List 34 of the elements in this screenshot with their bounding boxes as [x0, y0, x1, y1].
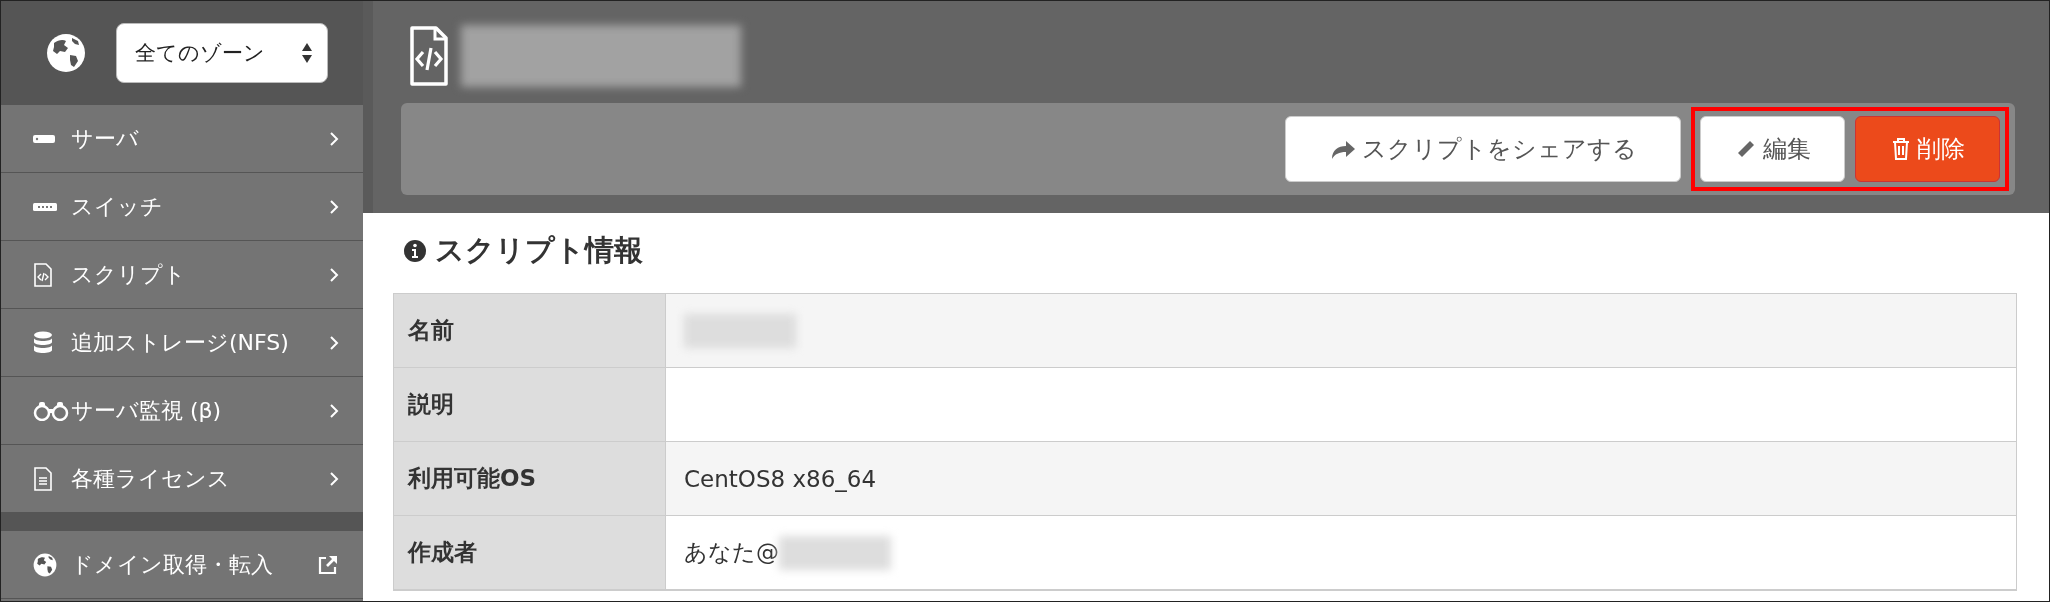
globe-icon	[33, 552, 57, 577]
external-link-icon	[317, 553, 339, 576]
row-label: 説明	[394, 368, 666, 442]
section-title: スクリプト情報	[435, 232, 643, 269]
row-label: 作成者	[394, 516, 666, 590]
edit-button[interactable]: 編集	[1700, 116, 1845, 182]
switch-icon	[33, 201, 57, 212]
chevron-right-icon	[329, 334, 339, 351]
chevron-right-icon	[329, 198, 339, 215]
code-file-icon	[409, 26, 449, 86]
value-text: あなた@	[684, 538, 779, 567]
row-label: 名前	[394, 294, 666, 368]
chevron-right-icon	[329, 470, 339, 487]
value-text: CentOS8 x86_64	[684, 465, 877, 492]
chevron-right-icon	[329, 266, 339, 283]
server-icon	[33, 133, 55, 144]
share-button[interactable]: スクリプトをシェアする	[1285, 116, 1681, 182]
chevron-right-icon	[329, 130, 339, 147]
info-icon	[403, 239, 427, 263]
document-icon	[33, 466, 53, 491]
delete-button[interactable]: 削除	[1855, 116, 2000, 182]
trash-icon	[1890, 137, 1911, 161]
code-file-icon	[33, 262, 53, 287]
globe-icon	[46, 33, 86, 73]
nav-item[interactable]: サーバ監視 (β)	[1, 377, 363, 445]
nav-item[interactable]: 追加ストレージ(NFS)	[1, 309, 363, 377]
select-arrows-icon	[301, 42, 313, 64]
database-icon	[33, 330, 53, 355]
share-arrow-icon	[1329, 138, 1356, 160]
zone-select[interactable]: 全てのゾーン	[116, 23, 328, 83]
binoculars-icon	[33, 400, 69, 421]
row-label: 利用可能OS	[394, 442, 666, 516]
nav-link[interactable]: ドメイン取得・転入	[1, 531, 363, 599]
chevron-right-icon	[329, 402, 339, 419]
